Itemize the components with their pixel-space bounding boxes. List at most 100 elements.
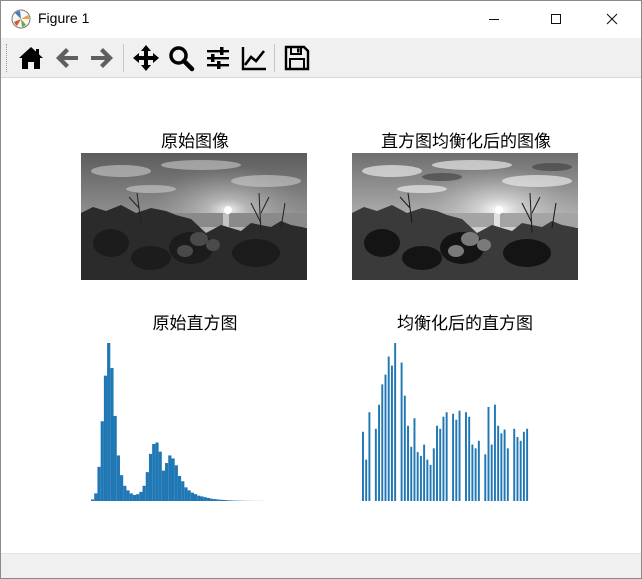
histogram-bar [410, 446, 413, 501]
back-button[interactable] [51, 42, 83, 74]
original-histogram [91, 343, 265, 501]
window-title: Figure 1 [38, 10, 90, 26]
equalized-histogram [362, 343, 529, 501]
histogram-bar [419, 455, 422, 501]
histogram-bar [216, 499, 220, 501]
histogram-bar [123, 485, 127, 501]
configure-subplots-button[interactable] [202, 42, 234, 74]
histogram-bar [168, 455, 172, 501]
histogram-bar [436, 425, 438, 501]
histogram-bar [439, 428, 442, 501]
histogram-bar [119, 475, 124, 501]
histogram-bar [222, 500, 227, 501]
original-image-title: 原始图像 [161, 132, 229, 152]
histogram-bar [158, 451, 162, 501]
histogram-bar [152, 444, 156, 501]
home-button[interactable] [15, 42, 47, 74]
histogram-bar [187, 490, 191, 501]
zoom-button[interactable] [165, 42, 197, 74]
histogram-bar [174, 465, 178, 501]
histogram-bar [493, 404, 496, 501]
maximize-button[interactable] [533, 1, 579, 37]
sliders-icon [207, 47, 229, 69]
histogram-bar [403, 395, 406, 501]
histogram-bar [181, 481, 185, 501]
home-icon [19, 47, 43, 69]
histogram-bar [113, 415, 117, 501]
histogram-bar [506, 448, 509, 501]
histogram-bar [362, 431, 364, 501]
histogram-bar [445, 412, 448, 501]
histogram-bar [116, 455, 120, 501]
histogram-bar [465, 412, 467, 501]
histogram-bar [219, 499, 223, 501]
pan-button[interactable] [130, 42, 162, 74]
histogram-bar [200, 496, 204, 501]
histogram-bar [378, 404, 381, 501]
histogram-bar [213, 499, 217, 501]
histogram-bar [171, 458, 175, 501]
histogram-bar [474, 448, 477, 501]
histogram-bar [142, 485, 146, 501]
histogram-bar [500, 433, 503, 501]
figure-canvas[interactable]: 原始图像 直方图均衡化后的图像 原始直方图 均衡化后的直方图 [1, 79, 641, 553]
histogram-bar [497, 425, 500, 501]
save-button[interactable] [281, 42, 313, 74]
histogram-bar [455, 419, 458, 501]
histogram-bar [161, 470, 166, 501]
magnifier-icon [169, 46, 195, 72]
histogram-bar [426, 459, 429, 501]
matplotlib-app-icon [11, 9, 31, 29]
histogram-bar [429, 464, 432, 501]
histogram-bar [184, 487, 188, 501]
histogram-bar [190, 492, 194, 501]
histogram-bar [413, 418, 416, 501]
status-bar [1, 553, 641, 578]
histogram-bar [432, 448, 435, 501]
histogram-bar [197, 495, 201, 501]
histogram-bar [136, 494, 140, 501]
histogram-bar [177, 475, 182, 501]
forward-button[interactable] [86, 42, 118, 74]
histogram-bar [416, 452, 419, 501]
histogram-bar [381, 384, 384, 501]
histogram-bar [490, 444, 493, 501]
minimize-button[interactable] [471, 1, 517, 37]
equalized-image-title: 直方图均衡化后的图像 [381, 132, 551, 152]
histogram-bar [139, 491, 143, 501]
histogram-bar [203, 497, 207, 501]
histogram-bar [94, 493, 98, 501]
minimize-icon [489, 19, 499, 20]
histogram-bar [165, 463, 169, 501]
histogram-bar [103, 375, 108, 501]
original-image [81, 153, 307, 280]
histogram-bar [503, 429, 506, 501]
histogram-bar [519, 440, 522, 501]
histogram-bar [368, 412, 371, 501]
edit-axes-button[interactable] [238, 42, 270, 74]
histogram-bar [387, 356, 390, 501]
navigation-toolbar [1, 38, 641, 78]
histogram-bar [390, 365, 393, 501]
histogram-bar [522, 431, 525, 501]
histogram-bar [487, 406, 490, 501]
close-icon [606, 13, 618, 25]
histogram-bar [155, 442, 159, 501]
histogram-bar [458, 410, 461, 501]
toolbar-grip[interactable] [6, 44, 8, 72]
title-bar[interactable]: Figure 1 [1, 1, 641, 38]
close-button[interactable] [589, 1, 635, 37]
figure-window: Figure 1 原始图像 直方图均衡化后的图像 原始直方图 均衡化后的直方图 [0, 0, 642, 579]
histogram-bar [407, 425, 409, 501]
histogram-bar [365, 459, 368, 501]
arrow-left-icon [56, 48, 78, 68]
histogram-bar [97, 466, 101, 501]
histogram-bar [206, 497, 211, 501]
histogram-bar [516, 437, 519, 501]
histogram-bar [107, 343, 111, 501]
toolbar-separator [123, 44, 124, 72]
histogram-bar [129, 493, 133, 501]
histogram-bar [442, 416, 445, 501]
histogram-bar [468, 416, 471, 501]
equalized-histogram-title: 均衡化后的直方图 [397, 314, 533, 334]
